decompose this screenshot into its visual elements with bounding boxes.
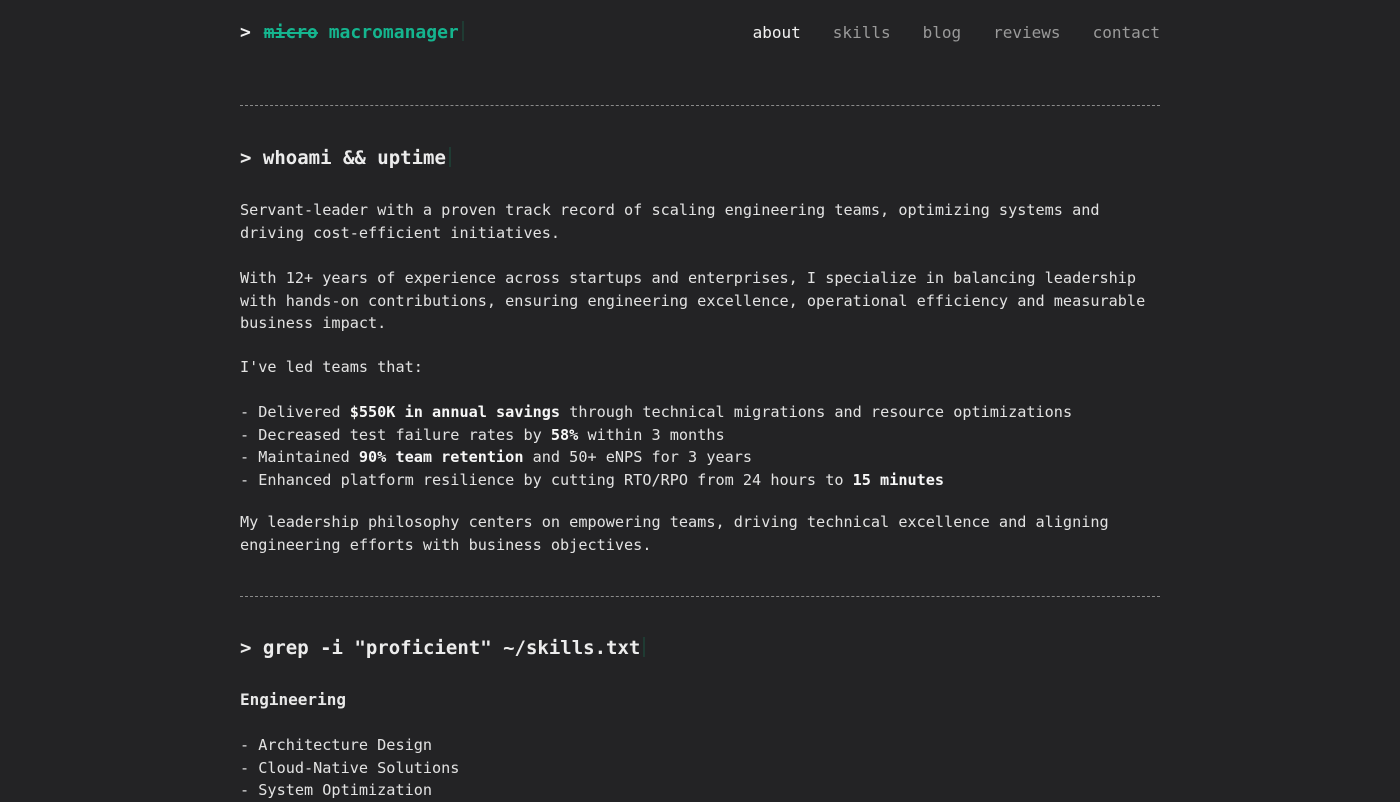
list-item: - Architecture Design [240,736,433,754]
list-item: - Delivered $550K in annual savings thro… [240,401,1160,424]
item-text: within 3 months [578,425,725,444]
item-text: - Delivered [240,403,350,421]
item-highlight: 58% [550,425,579,444]
achievements-list: - Delivered $550K in annual savings thro… [240,401,1160,491]
item-text: - Enhanced platform resilience by cuttin… [240,470,853,489]
section-divider [240,596,1160,597]
nav-about[interactable]: about [753,23,801,42]
about-paragraph: My leadership philosophy centers on empo… [240,513,1109,554]
list-item: - Cloud-Native Solutions [240,758,460,777]
about-section-title: > whoami && uptime [240,147,451,169]
section-divider [240,105,1160,106]
skills-section-title: > grep -i "proficient" ~/skills.txt [240,637,646,659]
item-text: and 50+ eNPS for 3 years [523,448,753,466]
cursor-icon [461,21,464,41]
item-highlight: 15 minutes [852,470,945,489]
nav-contact[interactable]: contact [1093,23,1160,42]
about-paragraph: I've led teams that: [240,358,423,376]
skills-title-text: > grep -i "proficient" ~/skills.txt [240,637,641,659]
cursor-icon [643,637,646,657]
about-paragraph: Servant-leader with a proven track recor… [240,201,1100,242]
site-logo[interactable]: > micro macromanager [240,21,464,43]
about-paragraph: With 12+ years of experience across star… [240,269,1146,332]
about-experience: With 12+ years of experience across star… [240,267,1160,335]
main-nav: about skills blog reviews contact [721,23,1160,42]
prompt-glyph: > [240,22,251,43]
nav-blog[interactable]: blog [923,23,962,42]
about-philosophy: My leadership philosophy centers on empo… [240,511,1160,556]
item-highlight: 90% team retention [358,448,524,466]
about-intro: Servant-leader with a proven track recor… [240,199,1160,244]
list-item: - System Optimization [240,781,433,799]
nav-skills[interactable]: skills [833,23,891,42]
list-item: - Maintained 90% team retention and 50+ … [240,446,1160,469]
about-led-teams: I've led teams that: [240,356,1160,379]
list-item: - Decreased test failure rates by 58% wi… [240,424,1160,447]
item-text: - Decreased test failure rates by [240,425,551,444]
about-title-text: > whoami && uptime [240,147,446,169]
skills-list: - Architecture Design - Cloud-Native Sol… [240,734,1160,802]
nav-reviews[interactable]: reviews [993,23,1060,42]
logo-strike-word: micro [263,22,318,43]
logo-word: macromanager [328,22,459,43]
item-text: through technical migrations and resourc… [560,403,1073,421]
item-text: - Maintained [240,448,359,466]
cursor-icon [448,147,451,167]
skills-subtitle: Engineering [240,690,346,709]
list-item: - Enhanced platform resilience by cuttin… [240,469,1160,492]
site-header: > micro macromanager about skills blog r… [240,18,1160,48]
item-highlight: $550K in annual savings [349,403,561,421]
